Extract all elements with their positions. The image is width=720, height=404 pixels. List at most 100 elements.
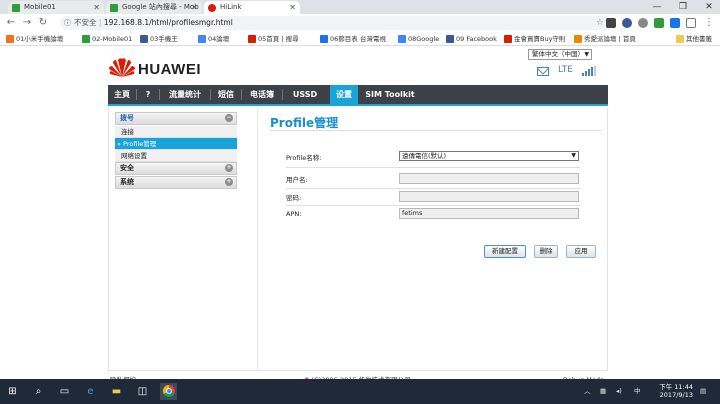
sidebar-group-security[interactable]: 安全 + bbox=[115, 162, 237, 175]
forward-arrow-icon[interactable]: → bbox=[20, 16, 34, 30]
network-tray-icon[interactable]: ▦ bbox=[600, 379, 606, 404]
bookmark-item[interactable]: 09 Facebook bbox=[446, 32, 497, 46]
bookmark-favicon-icon bbox=[446, 35, 454, 43]
edge-browser-icon[interactable]: e bbox=[82, 383, 99, 400]
reload-icon[interactable]: ↻ bbox=[36, 16, 50, 30]
sidebar-group-system[interactable]: 系统 + bbox=[115, 176, 237, 189]
profile-name-select[interactable]: 遠傳電信(默认) ▼ bbox=[399, 151, 579, 161]
bookmark-favicon-icon bbox=[140, 35, 148, 43]
back-arrow-icon[interactable]: ← bbox=[4, 16, 18, 30]
chrome-taskbar-icon[interactable] bbox=[160, 383, 177, 400]
bookmark-item[interactable]: 金會買賣Buy守則 bbox=[504, 32, 565, 46]
tray-chevron-icon[interactable]: ︿ bbox=[584, 379, 591, 404]
nav-statistics[interactable]: 流量统计 bbox=[160, 85, 210, 104]
bookmark-item[interactable]: 02-Mobile01 bbox=[82, 32, 132, 46]
bookmark-label: 08Google bbox=[408, 35, 440, 43]
sidebar-item-profile-management[interactable]: » Profile管理 bbox=[115, 138, 237, 150]
extension-icon[interactable] bbox=[606, 18, 616, 28]
nav-settings[interactable]: 设置 bbox=[330, 85, 358, 104]
browser-tab-google-search[interactable]: Google 站內搜尋 - Mob ✕ bbox=[106, 1, 202, 14]
nav-help[interactable]: ? bbox=[137, 85, 159, 104]
apply-button[interactable]: 应用 bbox=[566, 245, 596, 258]
volume-icon[interactable]: ◂) bbox=[616, 379, 622, 404]
bookmark-item[interactable]: 08Google bbox=[398, 32, 439, 46]
clock-time: 下午 11:44 bbox=[659, 383, 693, 391]
extension-icon[interactable] bbox=[638, 18, 648, 28]
bookmark-item[interactable]: 01小米手機論壇 bbox=[6, 32, 63, 46]
folder-icon bbox=[676, 35, 684, 43]
close-tab-icon[interactable]: ✕ bbox=[93, 1, 100, 14]
address-bar[interactable]: ⓘ 不安全 | 192.168.8.1/html/profilesmgr.htm… bbox=[60, 16, 612, 30]
row-divider bbox=[286, 188, 580, 189]
new-profile-button[interactable]: 新建配置 bbox=[484, 245, 526, 258]
delete-button[interactable]: 删除 bbox=[534, 245, 558, 258]
other-bookmarks[interactable]: 其他書籤 bbox=[676, 32, 712, 46]
bookmark-favicon-icon bbox=[248, 35, 256, 43]
minimize-button[interactable]: — bbox=[646, 0, 668, 14]
tab-title: HiLink bbox=[220, 3, 242, 11]
nav-ussd[interactable]: USSD bbox=[283, 85, 327, 104]
extension-icon[interactable] bbox=[622, 18, 632, 28]
huawei-favicon-icon bbox=[208, 4, 216, 12]
mobile01-favicon-icon bbox=[110, 4, 118, 12]
close-tab-icon[interactable]: ✕ bbox=[191, 1, 198, 14]
search-icon[interactable]: ⌕ bbox=[30, 383, 47, 400]
expand-icon[interactable]: + bbox=[225, 178, 233, 186]
bookmark-item[interactable]: 05首頁 | 搜尋 bbox=[248, 32, 299, 46]
brand-name: HUAWEI bbox=[138, 61, 201, 78]
extension-icon[interactable] bbox=[686, 18, 696, 28]
nav-sim-toolkit[interactable]: SIM Toolkit bbox=[360, 85, 420, 104]
file-explorer-icon[interactable]: ▬ bbox=[108, 383, 125, 400]
windows-start-icon[interactable]: ⊞ bbox=[4, 383, 21, 400]
nav-home[interactable]: 主頁 bbox=[108, 85, 136, 104]
bookmark-star-icon[interactable]: ☆ bbox=[596, 16, 604, 30]
sidebar-group-dialup[interactable]: 拨号 − bbox=[115, 112, 237, 125]
notifications-icon[interactable]: ▤ bbox=[700, 379, 706, 404]
browser-tab-mobile01[interactable]: Mobile01 ✕ bbox=[8, 1, 104, 14]
network-type: LTE bbox=[558, 65, 573, 75]
envelope-icon[interactable] bbox=[537, 67, 549, 76]
content-area: 拨号 − 连接 » Profile管理 网络设置 安全 + 系统 + Profi… bbox=[108, 108, 608, 371]
username-input[interactable] bbox=[399, 173, 579, 184]
nav-sms[interactable]: 短信 bbox=[211, 85, 241, 104]
close-window-button[interactable]: ✕ bbox=[698, 0, 720, 14]
other-bookmarks-label: 其他書籤 bbox=[686, 35, 712, 43]
browser-tab-hilink[interactable]: HiLink ✕ bbox=[204, 1, 300, 14]
nav-phonebook[interactable]: 电话簿 bbox=[242, 85, 282, 104]
expand-icon[interactable]: + bbox=[225, 164, 233, 172]
security-label: 不安全 bbox=[74, 18, 97, 27]
sidebar-group-label: 系统 bbox=[120, 178, 134, 186]
info-icon: ⓘ bbox=[64, 19, 71, 27]
apn-input[interactable]: fetims bbox=[399, 208, 579, 219]
language-select[interactable]: 繁体中文（中国） ▼ bbox=[528, 49, 592, 60]
ime-icon[interactable]: 中 bbox=[634, 379, 641, 404]
bookmark-item[interactable]: 03手機王 bbox=[140, 32, 178, 46]
profile-name-label: Profile名称: bbox=[286, 154, 322, 162]
store-icon[interactable]: ◫ bbox=[134, 383, 151, 400]
sidebar-item-connection[interactable]: 连接 bbox=[115, 126, 237, 138]
sidebar: 拨号 − 连接 » Profile管理 网络设置 安全 + 系统 + bbox=[109, 112, 238, 190]
chevron-down-icon: ▼ bbox=[584, 51, 589, 58]
close-tab-icon[interactable]: ✕ bbox=[289, 1, 296, 14]
collapse-icon[interactable]: − bbox=[225, 114, 233, 122]
bookmark-label: 06節目表 台灣電視 bbox=[330, 35, 386, 43]
system-clock[interactable]: 下午 11:44 2017/9/13 bbox=[655, 383, 693, 399]
password-label: 密码: bbox=[286, 194, 302, 202]
browser-toolbar: ← → ↻ ⓘ 不安全 | 192.168.8.1/html/profilesm… bbox=[0, 14, 720, 32]
new-tab-button[interactable] bbox=[302, 1, 316, 14]
bookmark-item[interactable]: 秀愛派論壇 | 首頁 bbox=[574, 32, 636, 46]
extension-icon[interactable] bbox=[654, 18, 664, 28]
signal-strength-icon bbox=[582, 66, 596, 76]
bookmark-item[interactable]: 06節目表 台灣電視 bbox=[320, 32, 386, 46]
bookmark-label: 秀愛派論壇 | 首頁 bbox=[584, 35, 636, 43]
bookmark-item[interactable]: 04論壇 bbox=[198, 32, 229, 46]
password-input[interactable] bbox=[399, 191, 579, 202]
row-divider bbox=[286, 167, 580, 168]
browser-menu-icon[interactable]: ⋮ bbox=[702, 16, 716, 30]
extension-icon[interactable] bbox=[670, 18, 680, 28]
bookmark-label: 09 Facebook bbox=[456, 35, 497, 43]
chevron-down-icon: ▼ bbox=[571, 152, 576, 159]
sidebar-item-network-settings[interactable]: 网络设置 bbox=[115, 150, 237, 162]
maximize-button[interactable]: ❐ bbox=[672, 0, 694, 14]
task-view-icon[interactable]: ▭ bbox=[56, 383, 73, 400]
